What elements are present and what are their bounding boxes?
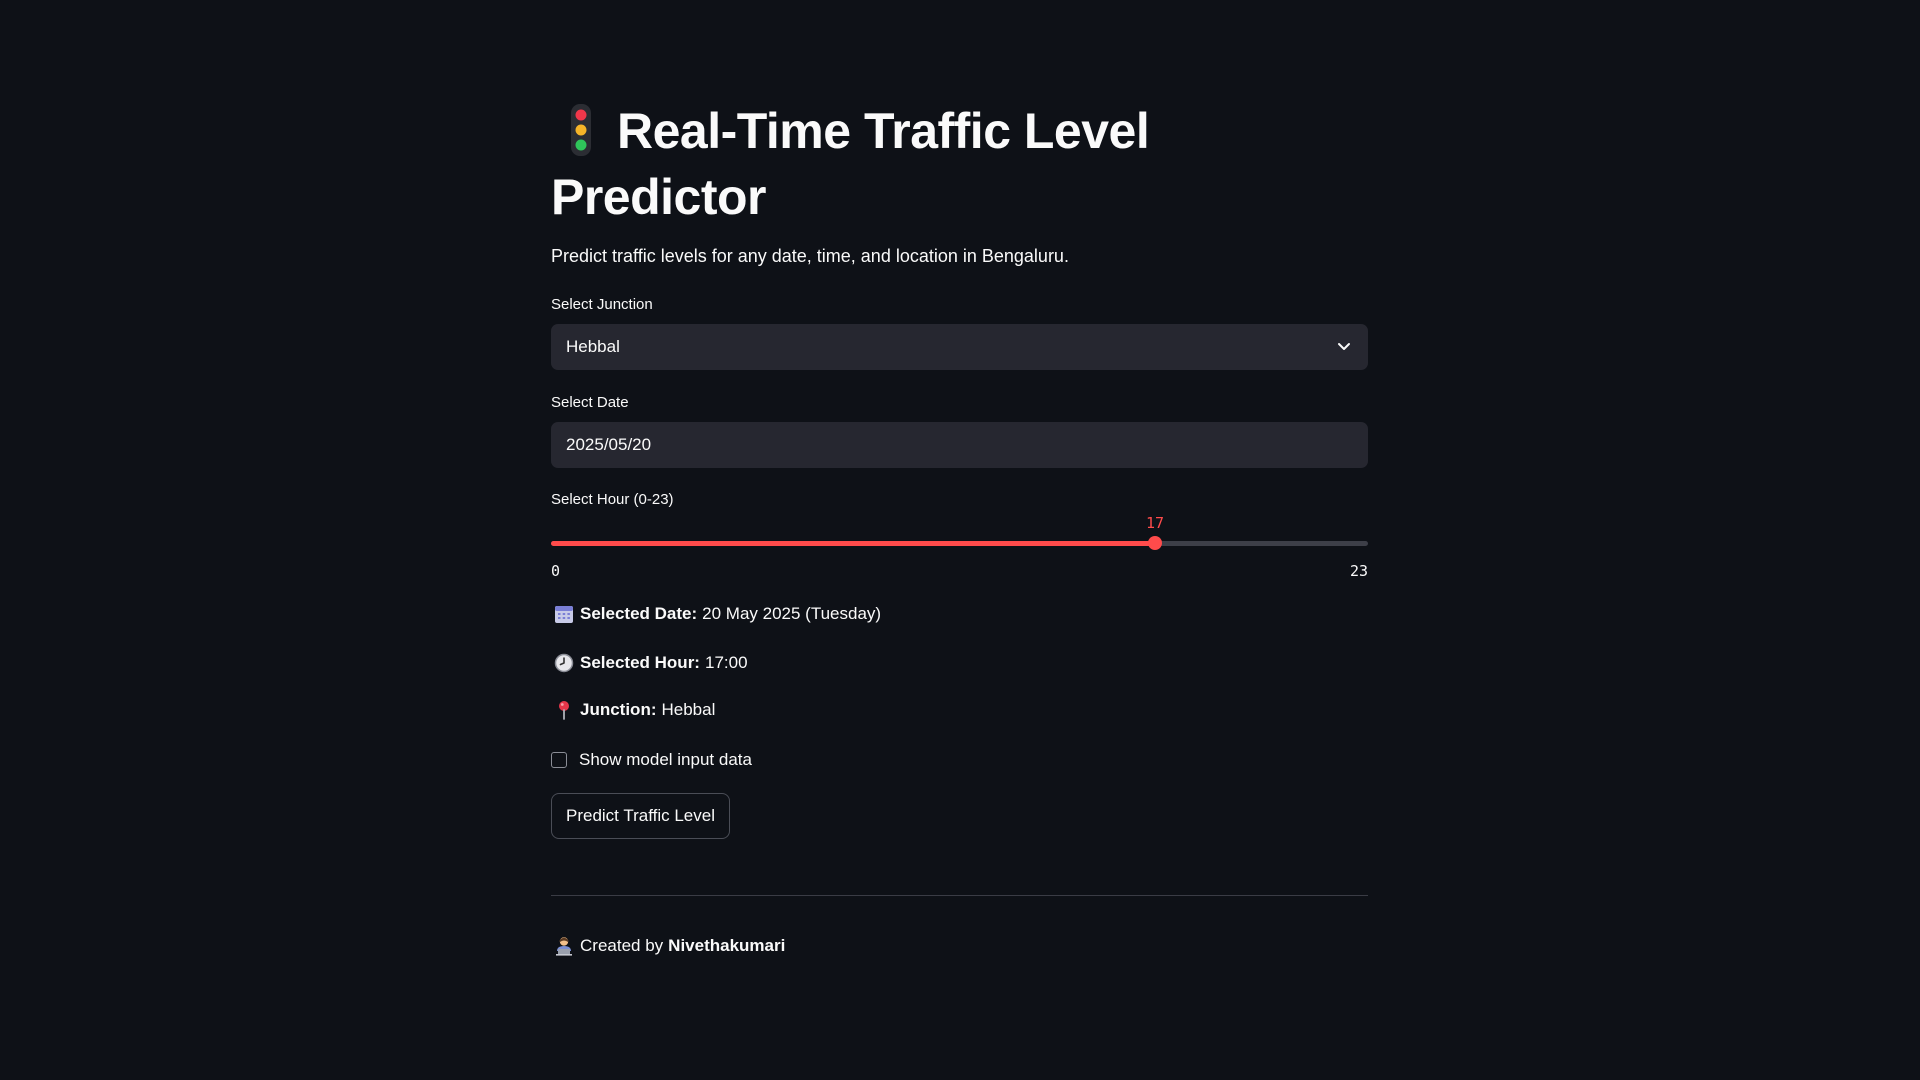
selected-date-value: 20 May 2025 (Tuesday) [702,604,882,623]
technologist-icon [556,937,572,956]
calendar-icon [555,606,573,623]
slider-max-label: 23 [1349,562,1368,580]
slider-min-label: 0 [551,562,561,580]
junction-select[interactable]: Hebbal [551,324,1368,370]
footer: Created by Nivethakumari [551,936,785,956]
page-title: Real-Time Traffic Level Predictor [551,100,1251,228]
show-input-checkbox-label[interactable]: Show model input data [579,750,752,770]
junction-label: Select Junction [551,296,653,313]
show-input-checkbox[interactable] [551,752,567,768]
junction-select-value: Hebbal [566,337,620,356]
junction-summary-label: Junction: [580,700,657,719]
selected-date-label: Selected Date: [580,604,698,623]
footer-prefix: Created by [580,936,664,955]
selected-hour-line: Selected Hour: 17:00 [551,653,748,673]
pin-icon [559,701,569,720]
date-label: Select Date [551,394,629,411]
traffic-light-icon [569,103,593,156]
clock-icon [554,653,574,673]
predict-button[interactable]: Predict Traffic Level [551,793,730,839]
date-input[interactable]: 2025/05/20 [551,422,1368,468]
junction-line: Junction: Hebbal [551,700,715,720]
footer-author: Nivethakumari [668,936,786,955]
hour-slider[interactable]: 17 0 23 [551,510,1368,580]
page-subtitle: Predict traffic levels for any date, tim… [551,246,1069,266]
slider-fill [551,541,1155,546]
selected-hour-value: 17:00 [704,653,748,672]
date-input-value: 2025/05/20 [566,435,652,454]
slider-value-label: 17 [1145,514,1165,532]
chevron-down-icon [1338,343,1350,350]
selected-date-line: Selected Date: 20 May 2025 (Tuesday) [551,604,881,624]
slider-thumb[interactable] [1148,536,1162,550]
show-input-checkbox-row[interactable]: Show model input data [551,750,752,770]
divider [551,895,1368,896]
junction-summary-value: Hebbal [661,700,716,719]
slider-track[interactable] [551,541,1368,546]
selected-hour-label: Selected Hour: [580,653,700,672]
hour-label: Select Hour (0-23) [551,491,674,508]
page-title-text: Real-Time Traffic Level Predictor [551,103,1150,225]
